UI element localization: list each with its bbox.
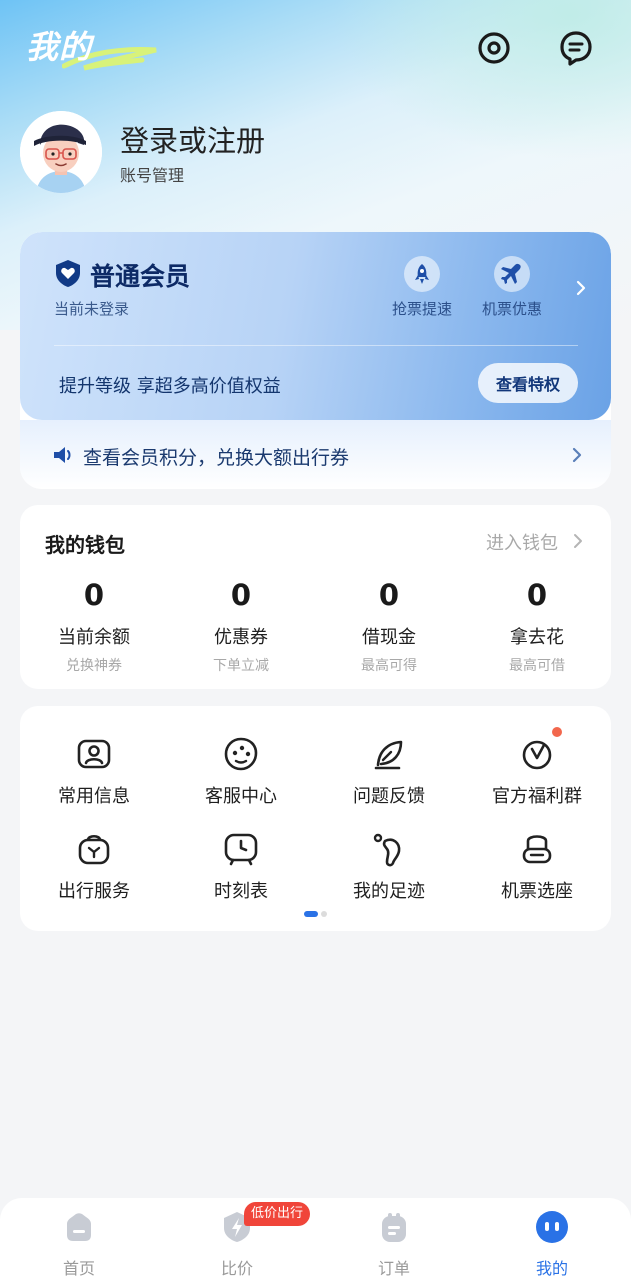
- page-title: 我的: [26, 28, 93, 66]
- avatar[interactable]: [20, 111, 102, 193]
- service-label: 官方福利群: [492, 786, 582, 807]
- service-label: 时刻表: [214, 881, 268, 902]
- footprint-icon: [373, 833, 401, 867]
- seat-icon: [522, 835, 552, 864]
- wallet-credit[interactable]: 0 拿去花 最高可借: [463, 577, 611, 675]
- wallet-value: 0: [83, 578, 105, 612]
- settings-icon[interactable]: [474, 28, 514, 68]
- service-feedback[interactable]: 问题反馈: [315, 734, 463, 808]
- chevron-right-icon[interactable]: [573, 533, 583, 549]
- airplane-icon: [501, 263, 521, 284]
- member-card[interactable]: 普通会员 当前未登录 抢票提速 机票优惠 提升等级 享超多高价值权益 查看特权: [20, 232, 611, 420]
- wallet-sublabel: 兑换神券: [66, 658, 122, 674]
- member-points-banner[interactable]: 查看会员积分，兑换大额出行券: [20, 420, 611, 489]
- promo-badge: 低价出行: [244, 1202, 311, 1226]
- feedback-icon: [374, 740, 403, 770]
- tab-home[interactable]: 首页: [19, 1210, 139, 1279]
- member-section: 普通会员 当前未登录 抢票提速 机票优惠 提升等级 享超多高价值权益 查看特权 …: [20, 232, 611, 489]
- service-footprint[interactable]: 我的足迹: [315, 829, 463, 903]
- wallet-sublabel: 下单立减: [213, 658, 269, 674]
- tab-label: 比价: [220, 1259, 253, 1278]
- enter-wallet-link[interactable]: 进入钱包: [486, 529, 558, 555]
- tab-label: 订单: [377, 1259, 410, 1278]
- service-label: 出行服务: [58, 881, 130, 902]
- speaker-icon: [54, 447, 71, 463]
- tab-orders[interactable]: 订单: [334, 1210, 454, 1279]
- wallet-title: 我的钱包: [45, 533, 125, 557]
- wallet-coupons[interactable]: 0 优惠券 下单立减: [167, 577, 315, 675]
- wallet-cash-loan[interactable]: 0 借现金 最高可得: [315, 577, 463, 675]
- service-welfare-group[interactable]: 官方福利群: [463, 727, 611, 808]
- member-points-text: 查看会员积分，兑换大额出行券: [83, 447, 350, 469]
- service-label: 机票选座: [501, 881, 573, 902]
- home-icon: [67, 1213, 91, 1241]
- service-label: 问题反馈: [353, 786, 425, 807]
- login-register-link[interactable]: 登录或注册: [120, 118, 265, 160]
- schedule-icon: [224, 833, 258, 866]
- tab-label: 我的: [535, 1259, 568, 1278]
- service-label: 常用信息: [58, 786, 130, 807]
- rocket-icon: [415, 264, 429, 284]
- wallet-value: 0: [526, 578, 548, 612]
- perk-ticket-speedup[interactable]: 抢票提速: [382, 256, 462, 319]
- wallet-sublabel: 最高可借: [509, 658, 565, 674]
- tab-profile[interactable]: 我的: [492, 1210, 612, 1279]
- avatar-illustration-icon: [20, 111, 102, 193]
- perk-label: 抢票提速: [391, 300, 452, 318]
- member-level: 普通会员: [90, 262, 191, 291]
- service-seat-selection[interactable]: 机票选座: [463, 829, 611, 903]
- view-privileges-button[interactable]: 查看特权: [478, 363, 578, 403]
- service-frequent-info[interactable]: 常用信息: [20, 734, 168, 808]
- upgrade-benefit-text: 提升等级 享超多高价值权益: [59, 376, 281, 397]
- wallet-label: 优惠券: [214, 627, 268, 648]
- shield-heart-icon: [56, 260, 80, 287]
- perk-flight-discount[interactable]: 机票优惠: [472, 256, 552, 319]
- wallet-label: 借现金: [362, 627, 416, 648]
- service-label: 客服中心: [205, 786, 277, 807]
- notification-dot: [552, 727, 562, 737]
- chevron-right-icon[interactable]: [574, 278, 588, 298]
- service-schedule[interactable]: 时刻表: [167, 829, 315, 903]
- services-grid: 常用信息 客服中心 问题反馈 官方福利群 出行服务 时刻表 我的足迹 机票选座: [20, 706, 611, 931]
- message-icon[interactable]: [556, 28, 596, 68]
- wallet-balance[interactable]: 0 当前余额 兑换神券: [20, 577, 168, 675]
- order-icon: [382, 1213, 406, 1242]
- wallet-value: 0: [378, 578, 400, 612]
- service-travel[interactable]: 出行服务: [20, 829, 168, 903]
- wallet-label: 当前余额: [58, 627, 130, 648]
- id-card-icon: [77, 739, 111, 769]
- divider: [54, 345, 578, 346]
- welfare-group-icon: [522, 740, 552, 770]
- chevron-right-icon: [572, 447, 582, 463]
- member-login-status: 当前未登录: [54, 300, 130, 318]
- wallet-sublabel: 最高可得: [361, 658, 417, 674]
- tab-label: 首页: [62, 1259, 95, 1278]
- bottom-tab-bar: 首页 比价 订单 我的: [0, 1198, 631, 1280]
- account-management-link[interactable]: 账号管理: [120, 162, 184, 186]
- page-indicator: [304, 911, 327, 917]
- customer-service-icon: [224, 737, 258, 771]
- wallet-value: 0: [230, 578, 252, 612]
- wallet-label: 拿去花: [510, 627, 564, 648]
- service-label: 我的足迹: [353, 881, 425, 902]
- wallet-card: 我的钱包 进入钱包 0 当前余额 兑换神券 0 优惠券 下单立减 0 借现金 最…: [20, 505, 611, 689]
- profile-icon: [536, 1211, 568, 1243]
- travel-bag-icon: [78, 834, 110, 865]
- perk-label: 机票优惠: [481, 300, 542, 318]
- service-customer-center[interactable]: 客服中心: [167, 734, 315, 808]
